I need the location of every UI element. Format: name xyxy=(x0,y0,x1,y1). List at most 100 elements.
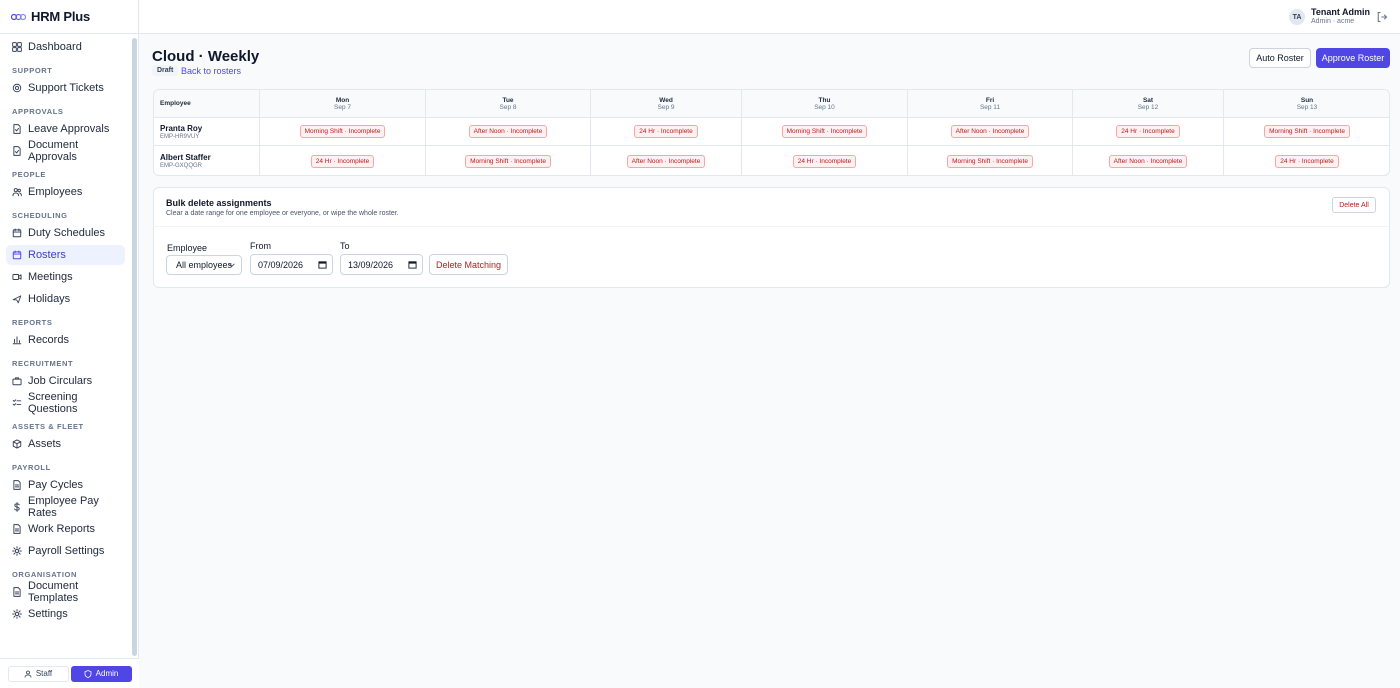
sidebar-item-leave-approvals[interactable]: Leave Approvals xyxy=(6,119,125,139)
sidebar-item-records[interactable]: Records xyxy=(6,330,125,350)
calendar-icon xyxy=(12,250,22,260)
delete-all-button[interactable]: Delete All xyxy=(1332,197,1376,213)
shift-chip[interactable]: After Noon · Incomplete xyxy=(950,125,1030,138)
sidebar-item-document-templates[interactable]: Document Templates xyxy=(6,580,125,604)
shift-chip[interactable]: After Noon · Incomplete xyxy=(1108,154,1188,168)
shift-chip[interactable]: 24 Hr · Incomplete xyxy=(634,125,698,138)
sidebar-scrollbar[interactable] xyxy=(132,38,137,656)
sidebar-item-label: Employees xyxy=(28,186,83,198)
calendar-icon xyxy=(12,228,22,238)
day-column-header: Sun Sep 13 xyxy=(1224,90,1389,117)
shift-cell[interactable]: After Noon · Incomplete xyxy=(908,118,1073,145)
sidebar-item-label: Employee Pay Rates xyxy=(28,495,99,519)
delete-matching-button[interactable]: Delete Matching xyxy=(429,254,508,275)
shift-cell[interactable]: After Noon · Incomplete xyxy=(426,118,591,145)
gear-icon xyxy=(12,546,22,556)
from-date-input[interactable]: 07/09/2026 xyxy=(250,254,333,275)
sidebar-item-label: Job Circulars xyxy=(28,375,93,387)
calendar-icon xyxy=(12,250,22,260)
bar-chart-icon xyxy=(12,335,22,345)
shift-chip[interactable]: After Noon · Incomplete xyxy=(468,125,548,138)
sidebar-item-label: Holidays xyxy=(28,293,71,305)
sidebar-item-dashboard[interactable]: Dashboard xyxy=(6,37,125,57)
file-check-icon xyxy=(13,146,21,156)
sidebar-item-assets[interactable]: Assets xyxy=(6,434,125,454)
sidebar-item-employees[interactable]: Employees xyxy=(6,182,125,202)
sidebar-item-rosters[interactable]: Rosters xyxy=(6,245,125,265)
sidebar-section-label: ASSETS & FLEET xyxy=(12,421,84,431)
bulk-delete-title: Bulk delete assignments xyxy=(166,198,272,208)
sidebar-item-payroll-settings[interactable]: Payroll Settings xyxy=(6,541,125,561)
sidebar-item-document-approvals[interactable]: Document Approvals xyxy=(6,139,125,163)
gear-icon xyxy=(12,546,22,556)
sidebar-item-holidays[interactable]: Holidays xyxy=(6,289,125,309)
sidebar-item-label: Assets xyxy=(28,438,62,450)
sidebar-item-label: Work Reports xyxy=(28,523,96,535)
shift-cell[interactable]: 24 Hr · Incomplete xyxy=(1224,146,1389,175)
sidebar-item-label: Screening Questions xyxy=(28,391,78,415)
sidebar-item-label: Document Templates xyxy=(28,580,79,604)
day-column-header: Mon Sep 7 xyxy=(260,90,426,117)
shift-chip[interactable]: Morning Shift · Incomplete xyxy=(1264,125,1350,138)
shift-cell[interactable]: 24 Hr · Incomplete xyxy=(591,118,742,145)
shift-cell[interactable]: After Noon · Incomplete xyxy=(1073,146,1224,175)
sidebar-item-label: Document Approvals xyxy=(28,139,79,163)
logout-icon[interactable] xyxy=(1376,11,1388,23)
shift-chip[interactable]: Morning Shift · Incomplete xyxy=(465,154,551,168)
admin-mode-button[interactable]: Admin xyxy=(70,665,132,682)
shift-cell[interactable]: 24 Hr · Incomplete xyxy=(742,146,908,175)
shift-cell[interactable]: Morning Shift · Incomplete xyxy=(426,146,591,175)
sidebar: HRM Plus Dashboard SUPPORT Support Tickets… xyxy=(0,0,139,688)
sidebar-item-label: Pay Cycles xyxy=(28,479,84,491)
avatar[interactable]: TA xyxy=(1289,9,1305,25)
shift-chip[interactable]: 24 Hr · Incomplete xyxy=(1275,154,1339,168)
shift-chip[interactable]: Morning Shift · Incomplete xyxy=(781,125,868,138)
shift-chip[interactable]: Morning Shift · Incomplete xyxy=(947,154,1033,168)
video-icon xyxy=(12,274,22,280)
shift-cell[interactable]: After Noon · Incomplete xyxy=(591,146,742,175)
calendar-icon[interactable] xyxy=(318,260,327,269)
shift-cell[interactable]: Morning Shift · Incomplete xyxy=(1224,118,1389,145)
support-icon xyxy=(12,83,22,93)
sidebar-item-settings[interactable]: Settings xyxy=(6,604,125,624)
day-column-header: Fri Sep 11 xyxy=(908,90,1073,117)
to-date-value: 13/09/2026 xyxy=(348,259,394,270)
shift-cell[interactable]: Morning Shift · Incomplete xyxy=(908,146,1073,175)
brand[interactable]: HRM Plus xyxy=(0,0,138,34)
shift-chip[interactable]: 24 Hr · Incomplete xyxy=(792,154,857,168)
sidebar-item-duty-schedules[interactable]: Duty Schedules xyxy=(6,223,125,243)
sidebar-item-job-circulars[interactable]: Job Circulars xyxy=(6,371,125,391)
to-label: To xyxy=(340,241,350,251)
user-icon xyxy=(24,670,32,678)
file-icon xyxy=(12,480,22,490)
sidebar-item-employee-pay-rates[interactable]: Employee Pay Rates xyxy=(6,495,125,519)
sidebar-item-work-reports[interactable]: Work Reports xyxy=(6,519,125,539)
sidebar-item-meetings[interactable]: Meetings xyxy=(6,267,125,287)
shift-cell[interactable]: Morning Shift · Incomplete xyxy=(742,118,908,145)
shift-chip[interactable]: Morning Shift · Incomplete xyxy=(299,125,386,138)
employee-column-header: Employee xyxy=(154,90,260,117)
back-to-rosters-link[interactable]: Back to rosters xyxy=(181,66,241,76)
sidebar-section-label: RECRUITMENT xyxy=(12,358,74,368)
shift-cell[interactable]: 24 Hr · Incomplete xyxy=(260,146,426,175)
auto-roster-button[interactable]: Auto Roster xyxy=(1249,48,1311,68)
shift-chip[interactable]: 24 Hr · Incomplete xyxy=(310,154,375,168)
shift-cell[interactable]: Morning Shift · Incomplete xyxy=(260,118,426,145)
from-label: From xyxy=(250,241,271,251)
sidebar-item-support-tickets[interactable]: Support Tickets xyxy=(6,78,125,98)
sidebar-item-screening-questions[interactable]: Screening Questions xyxy=(6,391,125,415)
shift-cell[interactable]: 24 Hr · Incomplete xyxy=(1073,118,1224,145)
day-column-header: Wed Sep 9 xyxy=(591,90,742,117)
staff-mode-button[interactable]: Staff xyxy=(7,665,69,682)
sidebar-item-pay-cycles[interactable]: Pay Cycles xyxy=(6,475,125,495)
calendar-icon[interactable] xyxy=(408,260,417,269)
approve-roster-button[interactable]: Approve Roster xyxy=(1316,48,1390,68)
shift-chip[interactable]: 24 Hr · Incomplete xyxy=(1116,125,1180,138)
shift-chip[interactable]: After Noon · Incomplete xyxy=(626,154,706,168)
employee-select[interactable]: All employees xyxy=(166,255,242,275)
video-icon xyxy=(12,272,22,282)
roster-grid: Employee Mon Sep 7 Tue Sep 8 Wed Sep 9 Thu Sep 1… xyxy=(153,89,1390,176)
to-date-input[interactable]: 13/09/2026 xyxy=(340,254,423,275)
employee-name: Albert Staffer xyxy=(160,153,211,162)
sidebar-section-label: REPORTS xyxy=(12,317,53,327)
